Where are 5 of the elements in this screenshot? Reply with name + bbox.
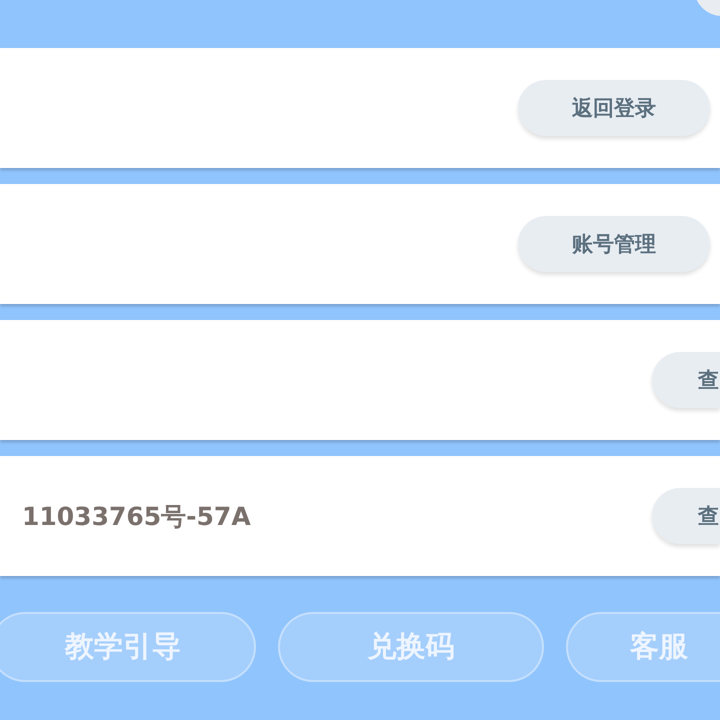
row-button[interactable]: 账号管理	[518, 216, 710, 272]
row-button[interactable]: 返回登录	[518, 80, 710, 136]
row-button[interactable]: 查	[652, 488, 720, 544]
record-number: 11033765号-57A	[22, 500, 251, 532]
row-button[interactable]: 查	[652, 352, 720, 408]
